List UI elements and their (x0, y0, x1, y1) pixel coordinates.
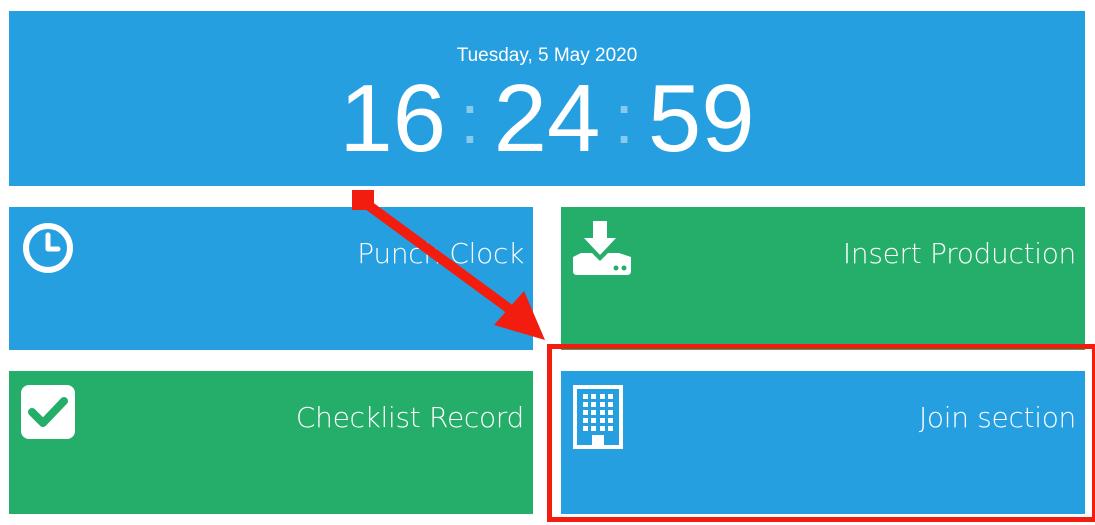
clock-date: Tuesday, 5 May 2020 (456, 45, 638, 66)
punch-clock-label: Punch Clock (357, 237, 524, 270)
clock-time: 16:24:59 (9, 69, 1085, 177)
clock-panel: Tuesday, 5 May 2020 16:24:59 (9, 11, 1085, 186)
join-section-tile[interactable]: Join section (561, 371, 1085, 514)
clock-seconds: 59 (647, 65, 755, 172)
clock-minutes: 24 (493, 65, 601, 172)
checklist-record-label: Checklist Record (295, 401, 524, 434)
checkbox-icon (21, 385, 79, 443)
insert-production-tile[interactable]: Insert Production (561, 207, 1085, 350)
dashboard: Tuesday, 5 May 2020 16:24:59 Punch Clock… (0, 0, 1095, 525)
building-icon (573, 385, 631, 449)
clock-separator: : (614, 80, 634, 158)
join-section-label: Join section (918, 401, 1076, 434)
clock-icon (21, 221, 79, 279)
clock-separator: : (460, 80, 480, 158)
checklist-record-tile[interactable]: Checklist Record (9, 371, 533, 514)
clock-hours: 16 (339, 65, 447, 172)
download-tray-icon (573, 221, 631, 279)
insert-production-label: Insert Production (842, 237, 1076, 270)
punch-clock-tile[interactable]: Punch Clock (9, 207, 533, 350)
